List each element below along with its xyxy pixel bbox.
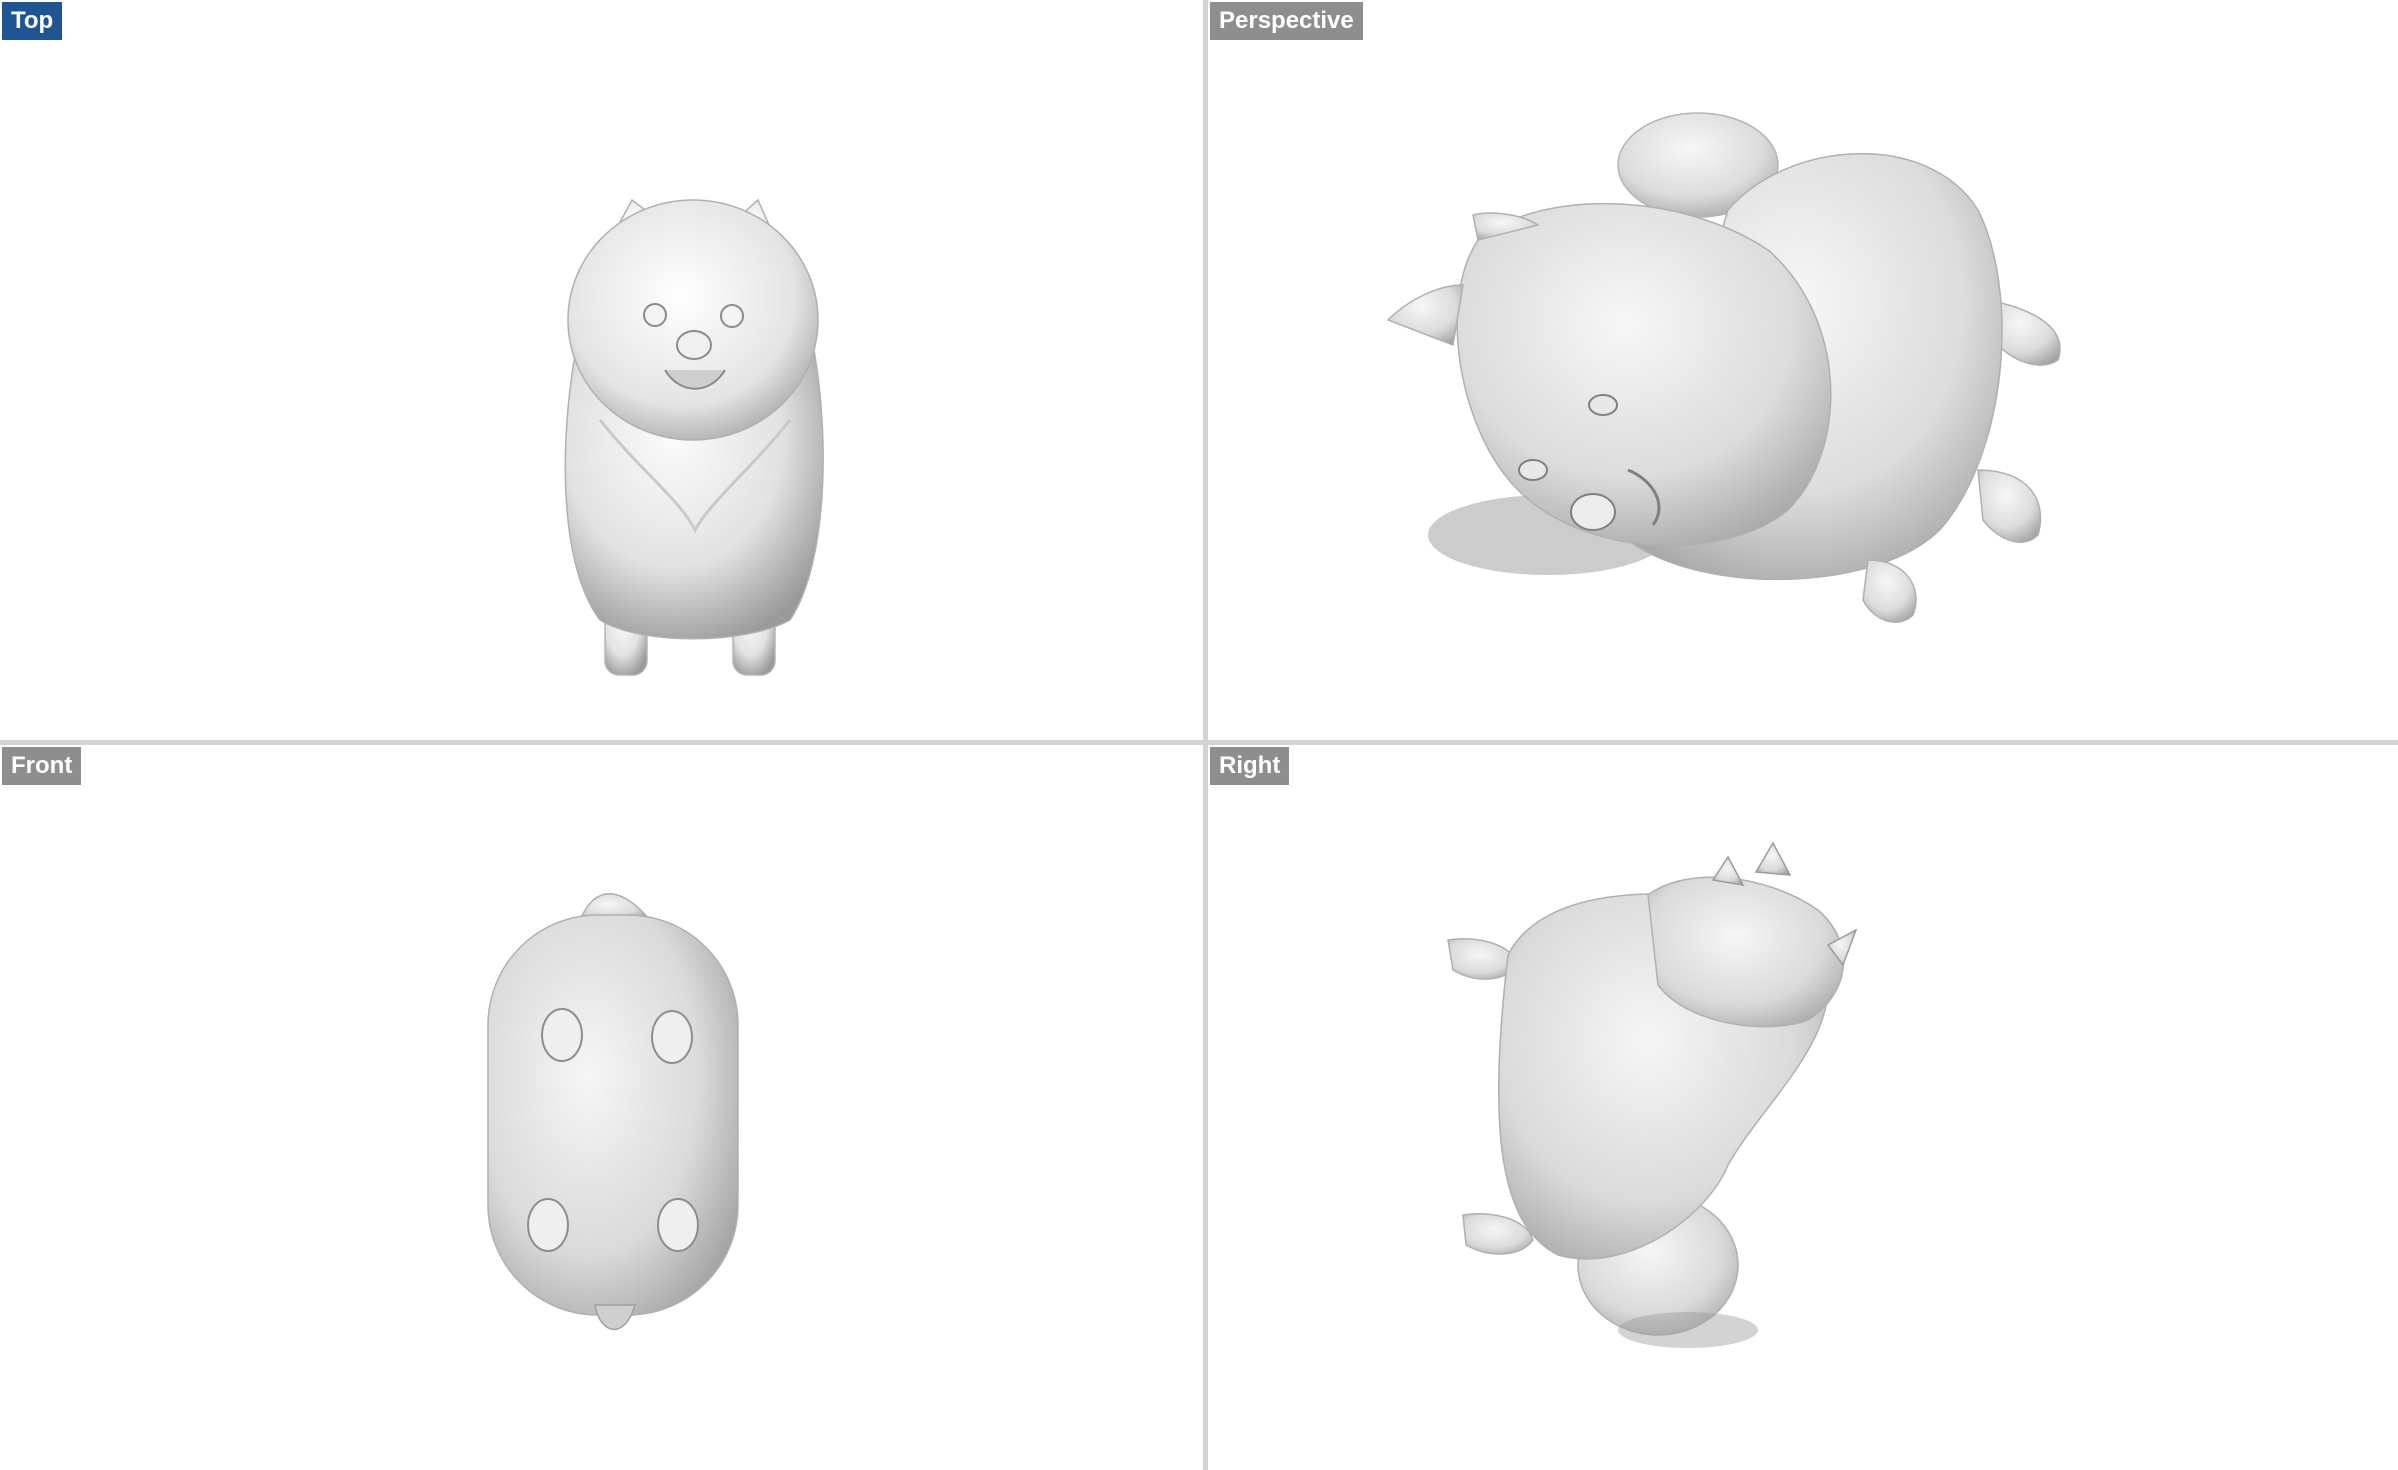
viewport-perspective[interactable]: Perspective bbox=[1208, 0, 2398, 740]
dog-model-right-view[interactable] bbox=[1208, 745, 2398, 1470]
dog-model-top-view[interactable] bbox=[0, 0, 1203, 740]
viewport-divider-vertical[interactable] bbox=[1203, 0, 1208, 1470]
viewport-label-top[interactable]: Top bbox=[2, 2, 63, 40]
viewport-right[interactable]: Right bbox=[1208, 745, 2398, 1470]
dog-model-perspective-view[interactable] bbox=[1208, 0, 2398, 740]
viewport-layout: Top Perspective Front Right bbox=[0, 0, 2398, 1470]
dog-model-front-view[interactable] bbox=[0, 745, 1203, 1470]
viewport-label-right[interactable]: Right bbox=[1210, 747, 1290, 785]
viewport-divider-horizontal[interactable] bbox=[0, 740, 2398, 745]
viewport-label-front[interactable]: Front bbox=[2, 747, 82, 785]
viewport-front[interactable]: Front bbox=[0, 745, 1203, 1470]
viewport-label-perspective[interactable]: Perspective bbox=[1210, 2, 1363, 40]
viewport-top[interactable]: Top bbox=[0, 0, 1203, 740]
